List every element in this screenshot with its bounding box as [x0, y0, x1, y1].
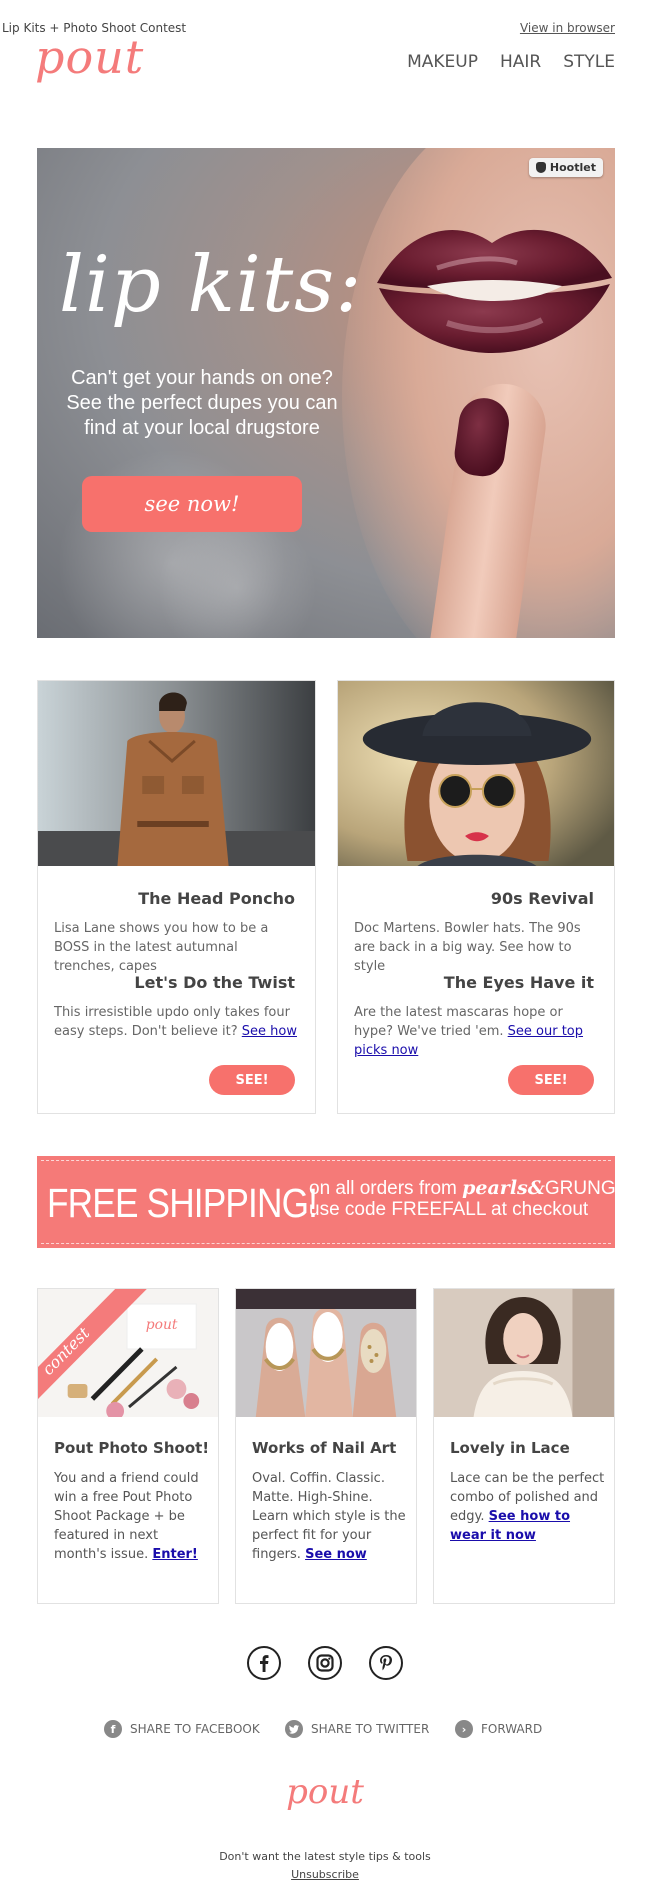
- feature-text: This irresistible updo only takes four e…: [54, 1005, 297, 1039]
- hero-subtitle: Can't get your hands on one? See the per…: [66, 367, 338, 439]
- shipping-details: on all orders from pearls&GRUNGE use cod…: [309, 1177, 629, 1221]
- feature-text: Lisa Lane shows you how to be a BOSS in …: [54, 921, 269, 974]
- lips-photo: [377, 229, 612, 353]
- free-shipping-headline: FREE SHIPPING!: [47, 1180, 318, 1226]
- feature-text: Doc Martens. Bowler hats. The 90s are ba…: [354, 921, 581, 974]
- runway-poncho-photo: [38, 681, 315, 866]
- hootlet-badge[interactable]: Hootlet: [528, 158, 603, 177]
- footer-pout-logo[interactable]: pout: [0, 1772, 650, 1812]
- nav-makeup[interactable]: MAKEUP: [407, 52, 478, 72]
- free-shipping-banner[interactable]: FREE SHIPPING! on all orders from pearls…: [37, 1156, 628, 1248]
- unsubscribe-link[interactable]: Unsubscribe: [0, 1868, 650, 1881]
- twitter-circle-icon: [285, 1720, 303, 1738]
- share-to-twitter-link[interactable]: SHARE TO TWITTER: [285, 1720, 429, 1738]
- see-now-link[interactable]: See now: [305, 1547, 367, 1562]
- forward-arrow-icon: ›: [455, 1720, 473, 1738]
- card-text: You and a friend could win a free Pout P…: [54, 1471, 199, 1562]
- nav-style[interactable]: STYLE: [563, 52, 615, 72]
- card-text: Oval. Coffin. Classic. Matte. High-Shine…: [252, 1471, 406, 1562]
- 90s-hat-photo: [338, 681, 614, 866]
- lace-dress-photo: [434, 1289, 614, 1417]
- see-now-button[interactable]: see now!: [82, 476, 302, 532]
- contest-flatlay-photo: pout contest: [38, 1289, 218, 1417]
- pinterest-icon[interactable]: [369, 1646, 403, 1680]
- enter-link[interactable]: Enter!: [152, 1547, 198, 1562]
- instagram-icon[interactable]: [308, 1646, 342, 1680]
- feature-title[interactable]: The Head Poncho: [138, 889, 295, 908]
- card-title[interactable]: Works of Nail Art: [252, 1439, 396, 1457]
- feature-text: Are the latest mascaras hope or hype? We…: [354, 1005, 584, 1058]
- owl-icon: [535, 162, 546, 173]
- feature-title[interactable]: The Eyes Have it: [444, 973, 594, 992]
- hero-banner[interactable]: Hootlet lip kits: Can't get your hands o…: [37, 148, 615, 638]
- nail-art-card: Works of Nail Art Oval. Coffin. Classic.…: [235, 1288, 417, 1604]
- card-title[interactable]: Lovely in Lace: [450, 1439, 570, 1457]
- feature-card-right: 90s Revival Doc Martens. Bowler hats. Th…: [337, 680, 615, 1114]
- share-to-facebook-link[interactable]: f SHARE TO FACEBOOK: [104, 1720, 260, 1738]
- card-title[interactable]: Pout Photo Shoot!: [54, 1439, 209, 1457]
- contest-card: pout contest Pout Photo Shoot! You and a…: [37, 1288, 219, 1604]
- promo-code-line: use code FREEFALL at checkout: [309, 1199, 589, 1220]
- see-how-link[interactable]: See how: [242, 1024, 297, 1039]
- card-text: Lace can be the perfect combo of polishe…: [450, 1471, 605, 1543]
- facebook-circle-icon: f: [104, 1720, 122, 1738]
- hero-title: lip kits:: [59, 240, 363, 330]
- hootlet-label: Hootlet: [549, 161, 596, 174]
- feature-title[interactable]: Let's Do the Twist: [134, 973, 295, 992]
- footer-message: Don't want the latest style tips & tools: [219, 1850, 431, 1863]
- see-button[interactable]: SEE!: [508, 1065, 594, 1095]
- see-button[interactable]: SEE!: [209, 1065, 295, 1095]
- brand-pearls: pearls&: [462, 1177, 545, 1199]
- nav-hair[interactable]: HAIR: [500, 52, 541, 72]
- brand-grunge: GRUNGE: [544, 1178, 629, 1199]
- view-in-browser-link[interactable]: View in browser: [520, 21, 615, 35]
- feature-title[interactable]: 90s Revival: [491, 889, 594, 908]
- facebook-icon[interactable]: [247, 1646, 281, 1680]
- nail-art-photo: [236, 1289, 416, 1417]
- feature-card-left: The Head Poncho Lisa Lane shows you how …: [37, 680, 316, 1114]
- pout-logo[interactable]: pout: [35, 30, 144, 84]
- forward-link[interactable]: › FORWARD: [455, 1720, 542, 1738]
- main-nav: MAKEUP HAIR STYLE: [407, 52, 615, 72]
- mini-pout-logo: pout: [146, 1317, 178, 1333]
- lace-card: Lovely in Lace Lace can be the perfect c…: [433, 1288, 615, 1604]
